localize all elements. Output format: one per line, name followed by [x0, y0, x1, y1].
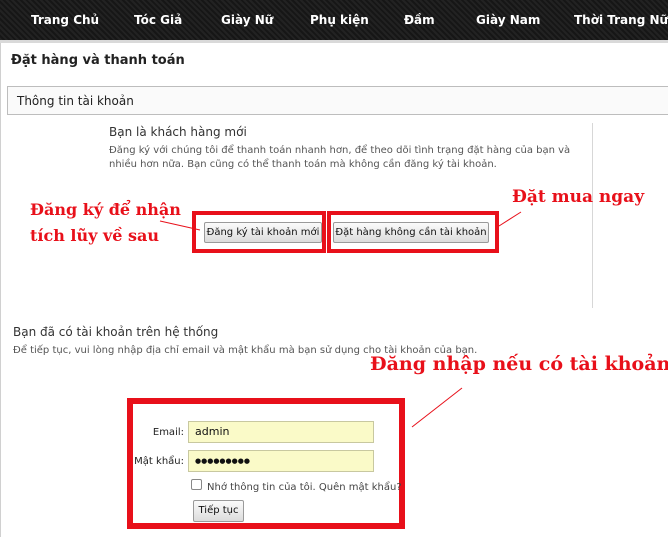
existing-customer-heading: Bạn đã có tài khoản trên hệ thống: [13, 325, 219, 339]
existing-customer-description: Để tiếp tục, vui lòng nhập địa chỉ email…: [13, 345, 478, 356]
password-field[interactable]: ●●●●●●●●●: [188, 450, 374, 472]
remember-me-label: Nhớ thông tin của tôi.: [207, 482, 316, 493]
remember-me-checkbox[interactable]: [191, 479, 202, 490]
register-arrow-line: [159, 220, 201, 231]
continue-button[interactable]: Tiếp tục: [193, 500, 244, 522]
password-label: Mật khẩu:: [134, 456, 184, 467]
email-label: Email:: [152, 427, 184, 438]
remember-me-row: Nhớ thông tin của tôi. Quên mật khẩu?: [207, 482, 402, 493]
email-field[interactable]: admin: [188, 421, 374, 443]
forgot-password-link[interactable]: Quên mật khẩu?: [319, 482, 402, 493]
login-arrow-line: [411, 387, 463, 428]
guest-arrow-line: [498, 211, 522, 227]
